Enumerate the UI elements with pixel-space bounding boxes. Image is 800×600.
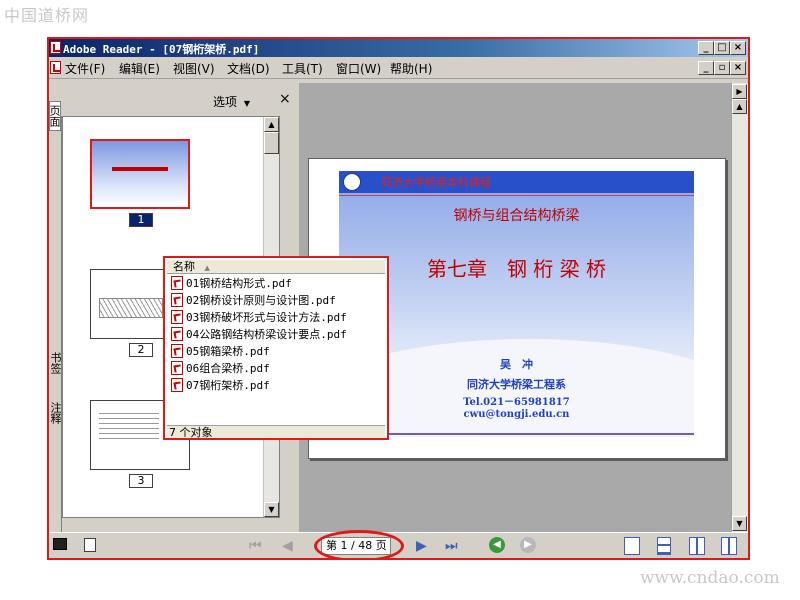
slide-footer-rule (339, 433, 694, 435)
tab-comments[interactable]: 注释 (49, 398, 62, 428)
site-url-watermark: www.cndao.com (640, 568, 780, 588)
close-panel-icon[interactable]: × (279, 91, 291, 107)
doc-scroll-up-button[interactable]: ▲ (732, 99, 747, 114)
file-name: 04公路钢结构桥梁设计要点.pdf (186, 328, 347, 341)
scroll-thumb[interactable] (264, 132, 279, 154)
options-dropdown[interactable]: 选项 ▼ (213, 93, 250, 110)
doc-restore-button[interactable]: ▫ (714, 61, 730, 75)
file-name: 01钢桥结构形式.pdf (186, 277, 292, 290)
close-button[interactable]: × (730, 41, 746, 55)
monitor-icon[interactable] (53, 538, 67, 550)
slide-organization: 同济大学桥梁工程系 (467, 378, 566, 391)
scroll-up-button[interactable]: ▲ (264, 117, 279, 132)
file-name: 05钢箱梁桥.pdf (186, 345, 270, 358)
slide-header: 同济大学桥梁本科课程 (381, 176, 491, 189)
file-name: 03钢桥破坏形式与设计方法.pdf (186, 311, 347, 324)
menu-window[interactable]: 窗口(W) (336, 60, 381, 77)
doc-minimize-button[interactable]: _ (698, 61, 714, 75)
pdf-file-icon (171, 344, 183, 358)
menu-help[interactable]: 帮助(H) (390, 60, 432, 77)
slide-title: 第七章 钢 桁 梁 桥 (426, 257, 607, 281)
reader-window: Adobe Reader - [07钢桁架桥.pdf] _ □ × 文件(F) … (47, 37, 750, 560)
file-item-03[interactable]: 03钢桥破坏形式与设计方法.pdf (171, 310, 347, 326)
pdf-file-icon (171, 378, 183, 392)
single-page-view-icon[interactable] (624, 537, 640, 555)
file-item-07[interactable]: 07钢桁架桥.pdf (171, 378, 270, 394)
name-column-header[interactable]: 名称 ▲ (167, 260, 385, 274)
slide-subtitle: 钢桥与组合结构桥梁 (453, 208, 580, 224)
header-rule (339, 195, 694, 196)
adobe-reader-icon (50, 41, 61, 54)
file-name: 02钢桥设计原则与设计图.pdf (186, 294, 336, 307)
menu-tools[interactable]: 工具(T) (282, 60, 323, 77)
slide-author: 吴 冲 (500, 358, 533, 371)
first-page-icon[interactable]: ⏮ (249, 539, 262, 553)
facing-view-icon[interactable] (689, 537, 705, 555)
status-bar: ⏮ ◀ 第 1 / 48 页 ▶ ⏭ ◀ ▶ (49, 530, 748, 558)
menu-bar: 文件(F) 编辑(E) 视图(V) 文档(D) 工具(T) 窗口(W) 帮助(H… (49, 58, 748, 79)
pdf-file-icon (171, 310, 183, 324)
file-item-05[interactable]: 05钢箱梁桥.pdf (171, 344, 270, 360)
tab-pages[interactable]: 页面 (49, 101, 61, 131)
column-header-label: 名称 (173, 260, 195, 273)
panel-expand-arrow[interactable]: ▶ (732, 84, 747, 99)
go-forward-icon[interactable]: ▶ (520, 537, 536, 553)
go-back-icon[interactable]: ◀ (489, 537, 505, 553)
page-number-3[interactable]: 3 (129, 474, 153, 488)
minimize-button[interactable]: _ (698, 41, 714, 55)
menu-edit[interactable]: 编辑(E) (119, 60, 160, 77)
pdf-file-icon (171, 361, 183, 375)
page-number-1[interactable]: 1 (129, 213, 153, 227)
navigation-tabs: 页面 书签 注释 (49, 83, 62, 532)
pdf-file-icon (171, 276, 183, 290)
page-indicator-highlight (314, 530, 404, 558)
file-item-02[interactable]: 02钢桥设计原则与设计图.pdf (171, 293, 336, 309)
scroll-down-button[interactable]: ▼ (264, 502, 279, 517)
slide-telephone: Tel.021－65981817 (463, 397, 570, 408)
slide-content: 同济大学桥梁本科课程 钢桥与组合结构桥梁 第七章 钢 桁 梁 桥 吴 冲 同济大… (339, 171, 694, 437)
continuous-facing-view-icon[interactable] (721, 537, 737, 555)
last-page-icon[interactable]: ⏭ (445, 539, 458, 553)
document-scrollbar[interactable]: ▶ ▲ ▼ (731, 83, 748, 532)
dropdown-arrow-icon: ▼ (243, 99, 250, 108)
doc-close-button[interactable]: × (730, 61, 746, 75)
file-list-window: 名称 ▲ 01钢桥结构形式.pdf 02钢桥设计原则与设计图.pdf 03钢桥破… (163, 256, 389, 440)
page-number-2[interactable]: 2 (129, 343, 153, 357)
university-logo (343, 173, 361, 191)
options-label: 选项 (213, 95, 238, 109)
thumbnail-header: 选项 ▼ × (61, 83, 295, 116)
window-title: Adobe Reader - [07钢桁架桥.pdf] (63, 43, 260, 56)
file-item-04[interactable]: 04公路钢结构桥梁设计要点.pdf (171, 327, 347, 343)
file-item-06[interactable]: 06组合梁桥.pdf (171, 361, 270, 377)
menu-view[interactable]: 视图(V) (173, 60, 215, 77)
object-count-status: 7 个对象 (167, 425, 385, 439)
file-item-01[interactable]: 01钢桥结构形式.pdf (171, 276, 292, 292)
file-name: 06组合梁桥.pdf (186, 362, 270, 375)
doc-scroll-down-button[interactable]: ▼ (732, 516, 747, 531)
document-icon (50, 61, 61, 74)
file-name: 07钢桁架桥.pdf (186, 379, 270, 392)
previous-page-icon[interactable]: ◀ (282, 539, 293, 553)
site-watermark: 中国道桥网 (4, 6, 90, 25)
maximize-button[interactable]: □ (714, 41, 730, 55)
pdf-file-icon (171, 327, 183, 341)
menu-file[interactable]: 文件(F) (65, 60, 105, 77)
continuous-view-icon[interactable] (657, 537, 671, 555)
tab-bookmarks[interactable]: 书签 (49, 348, 62, 378)
page-thumbnail-1[interactable] (90, 139, 190, 209)
pdf-file-icon (171, 293, 183, 307)
next-page-icon[interactable]: ▶ (416, 539, 427, 553)
sort-arrow-icon: ▲ (204, 264, 210, 272)
page-size-icon[interactable] (84, 538, 96, 552)
title-bar[interactable]: Adobe Reader - [07钢桁架桥.pdf] _ □ × (49, 39, 748, 57)
menu-document[interactable]: 文档(D) (227, 60, 270, 77)
slide-email: cwu@tongji.edu.cn (463, 409, 570, 420)
